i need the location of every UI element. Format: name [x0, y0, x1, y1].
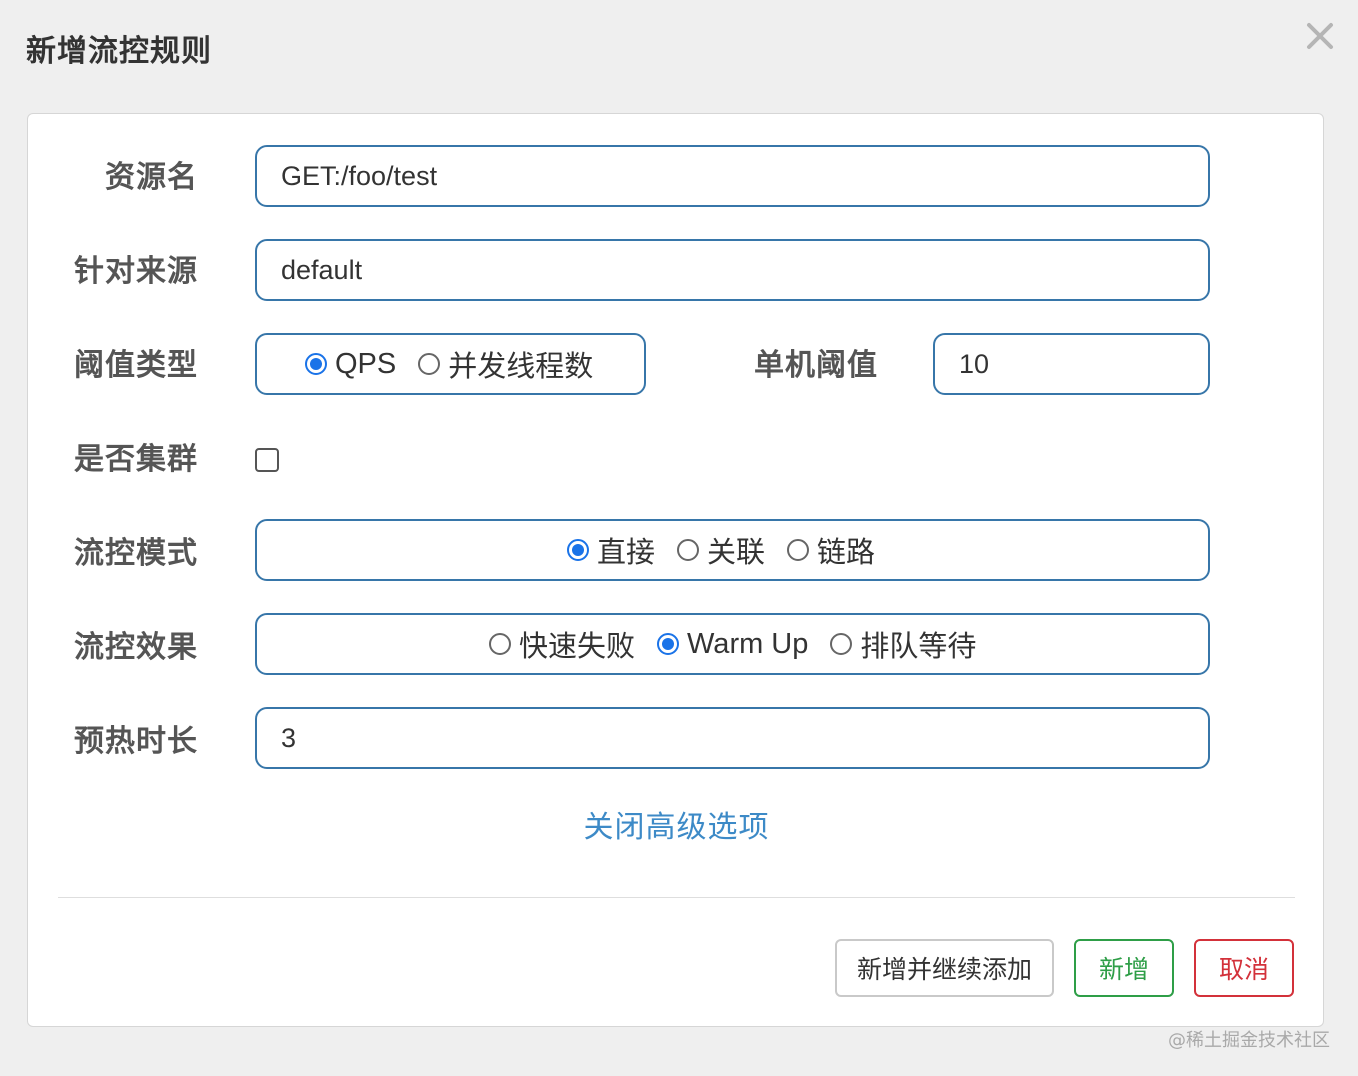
radio-queue-wait-label: 排队等待 [860, 629, 977, 663]
radio-fast-fail[interactable]: 快速失败 [489, 623, 635, 665]
threshold-type-label: 阈值类型 [74, 348, 198, 383]
limit-app-label: 针对来源 [74, 254, 198, 289]
single-threshold-input[interactable] [935, 335, 1208, 393]
limit-app-field[interactable] [255, 239, 1210, 301]
cluster-mode-label: 是否集群 [74, 442, 198, 477]
radio-selected-icon [657, 633, 680, 655]
resource-name-input[interactable] [257, 147, 1208, 205]
radio-thread-count-label: 并发线程数 [448, 349, 594, 383]
radio-queue-wait[interactable]: 排队等待 [830, 623, 976, 665]
radio-unselected-icon [830, 633, 853, 655]
cancel-button[interactable]: 取消 [1194, 939, 1294, 997]
warmup-period-field[interactable] [255, 707, 1210, 769]
radio-unselected-icon [787, 539, 810, 561]
radio-direct-label: 直接 [597, 535, 656, 569]
radio-warm-up-label: Warm Up [687, 627, 809, 660]
close-advanced-options-link[interactable]: 关闭高级选项 [28, 802, 1325, 846]
rule-form-panel: 资源名 针对来源 阈值类型 QPS 并发线程数 单机阈值 是否集群 流控模式 [27, 113, 1324, 1027]
radio-chain-label: 链路 [817, 535, 876, 569]
radio-warm-up[interactable]: Warm Up [657, 628, 808, 661]
radio-selected-icon [305, 353, 327, 375]
radio-direct[interactable]: 直接 [567, 529, 655, 571]
watermark: @稀土掘金技术社区 [1168, 1030, 1330, 1051]
add-button[interactable]: 新增 [1074, 939, 1174, 997]
radio-relate-label: 关联 [707, 535, 766, 569]
control-effect-label: 流控效果 [74, 630, 198, 665]
divider [58, 897, 1295, 898]
radio-qps-label: QPS [335, 347, 397, 380]
radio-chain[interactable]: 链路 [787, 529, 875, 571]
radio-unselected-icon [489, 633, 511, 655]
warmup-period-input[interactable] [257, 709, 1208, 767]
limit-app-input[interactable] [257, 241, 1208, 299]
threshold-type-group: QPS 并发线程数 [255, 333, 646, 395]
close-icon[interactable] [1300, 16, 1340, 56]
radio-fast-fail-label: 快速失败 [519, 629, 636, 663]
warmup-period-label: 预热时长 [74, 724, 198, 759]
resource-name-field[interactable] [255, 145, 1210, 207]
radio-thread-count[interactable]: 并发线程数 [418, 343, 593, 385]
resource-name-label: 资源名 [105, 160, 198, 195]
radio-unselected-icon [418, 353, 441, 375]
add-and-continue-button[interactable]: 新增并继续添加 [835, 939, 1054, 997]
radio-relate[interactable]: 关联 [677, 529, 765, 571]
control-mode-label: 流控模式 [74, 536, 198, 571]
cluster-mode-checkbox[interactable] [255, 448, 279, 472]
radio-unselected-icon [677, 539, 700, 561]
radio-qps[interactable]: QPS [305, 348, 396, 381]
control-effect-group: 快速失败 Warm Up 排队等待 [255, 613, 1210, 675]
radio-selected-icon [567, 539, 589, 561]
control-mode-group: 直接 关联 链路 [255, 519, 1210, 581]
single-threshold-label: 单机阈值 [754, 348, 878, 383]
single-threshold-field[interactable] [933, 333, 1210, 395]
dialog-title: 新增流控规则 [26, 34, 212, 69]
